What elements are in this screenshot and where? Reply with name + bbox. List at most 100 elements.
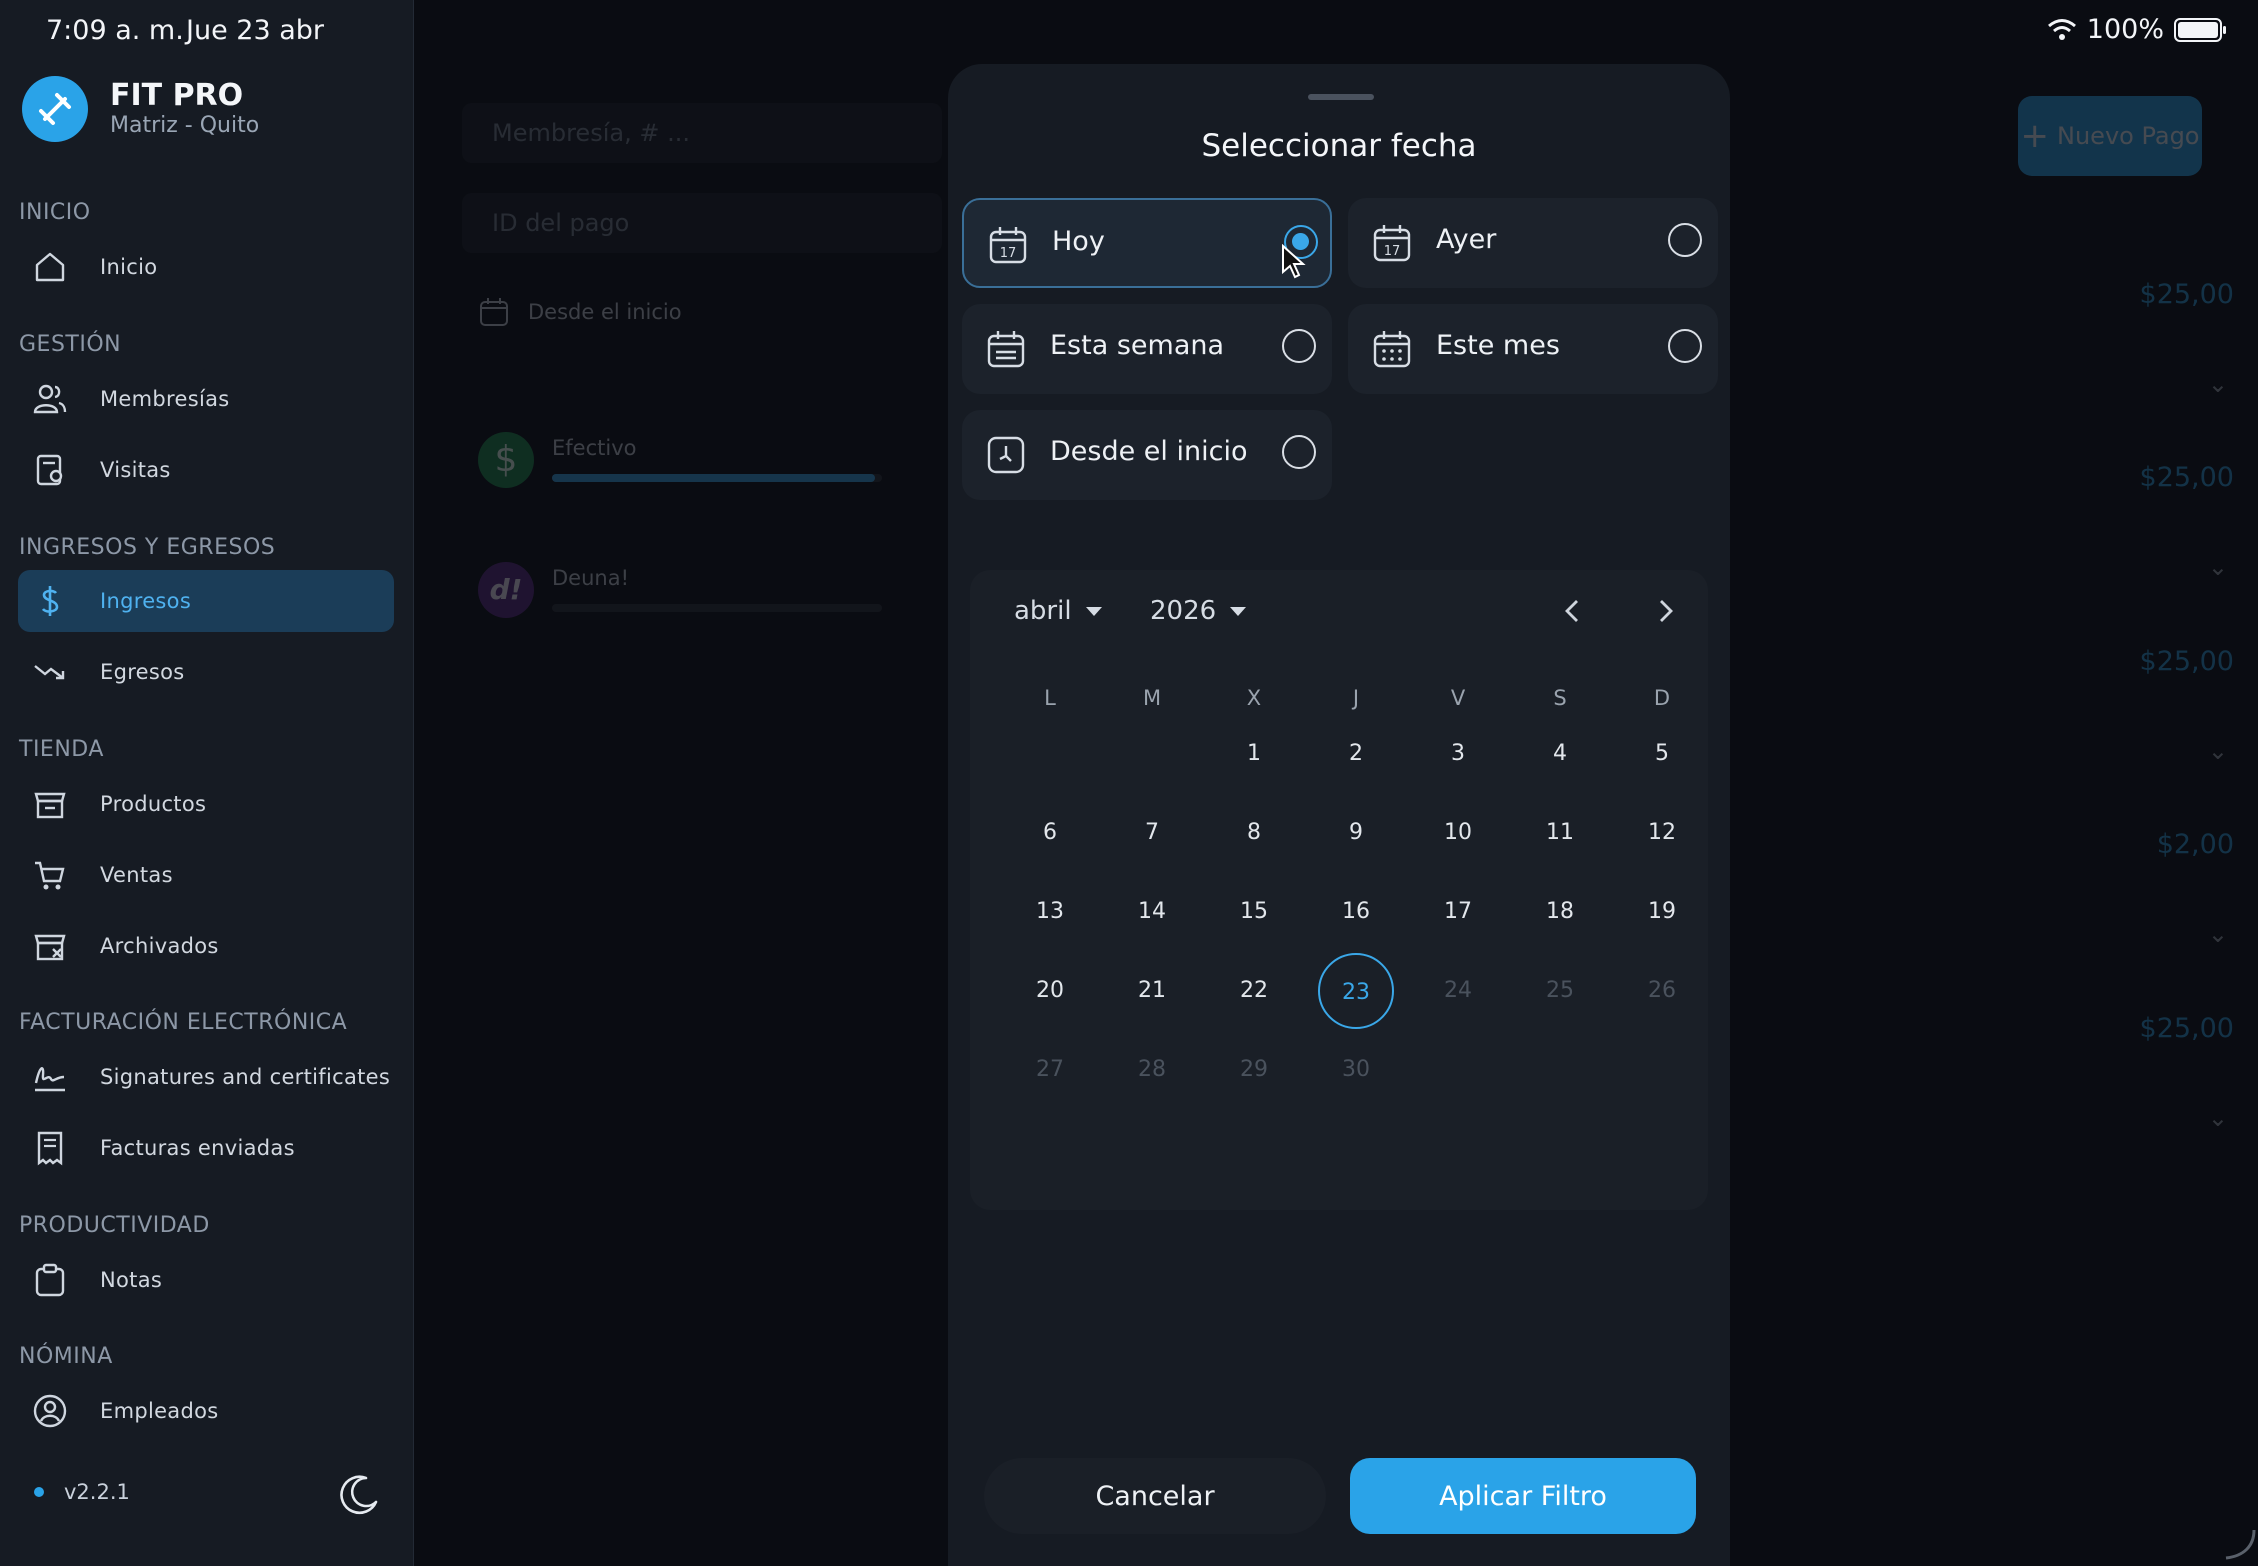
status-date: Jue 23 abr — [186, 15, 324, 46]
month-label: abril — [1014, 596, 1072, 626]
calendar-day[interactable]: 21 — [1114, 953, 1190, 1029]
calendar-day[interactable]: 11 — [1522, 795, 1598, 871]
sidebar-item-notas[interactable]: Notas — [18, 1249, 394, 1311]
sidebar-item-productos[interactable]: Productos — [18, 773, 394, 835]
sidebar-item-archivados[interactable]: Archivados — [18, 915, 394, 977]
users-icon — [30, 379, 70, 419]
calendar-day[interactable]: 9 — [1318, 795, 1394, 871]
weekday-label: J — [1352, 686, 1360, 710]
sidebar-item-egresos[interactable]: Egresos — [18, 641, 394, 703]
calendar-day[interactable]: 13 — [1012, 874, 1088, 950]
radio-button[interactable] — [1668, 329, 1702, 363]
calendar-day: 26 — [1648, 978, 1676, 1003]
sidebar-item-facturas[interactable]: Facturas enviadas — [18, 1117, 394, 1179]
sidebar-item-label: Visitas — [100, 458, 171, 482]
calendar-day: 29 — [1240, 1057, 1268, 1082]
history-icon — [986, 435, 1026, 479]
sidebar-item-label: Facturas enviadas — [100, 1136, 295, 1160]
weekday-label: S — [1553, 686, 1567, 710]
apply-filter-button[interactable]: Aplicar Filtro — [1350, 1458, 1696, 1534]
calendar-day: 27 — [1036, 1057, 1064, 1082]
weekday-label: D — [1653, 686, 1671, 710]
sidebar-item-label: Productos — [100, 792, 207, 816]
archive-store-icon — [30, 926, 70, 966]
date-picker-sheet: Seleccionar fecha 17 Hoy 17 Ayer Esta se… — [948, 64, 1730, 1566]
signature-icon — [30, 1057, 70, 1097]
sidebar-item-label: Inicio — [100, 255, 158, 279]
sidebar-item-label: Ingresos — [100, 589, 192, 613]
dumbbell-logo-icon — [22, 76, 88, 142]
chevron-left-icon — [1565, 600, 1578, 622]
next-month-button[interactable] — [1650, 596, 1680, 634]
calendar-day[interactable]: 20 — [1012, 953, 1088, 1029]
battery-percent: 100% — [2086, 14, 2164, 45]
calendar-day: 28 — [1138, 1057, 1166, 1082]
calendar-icon: 17 — [988, 225, 1028, 269]
option-label: Ayer — [1436, 224, 1497, 255]
version-indicator: v2.2.1 — [34, 1480, 130, 1504]
sidebar-item-ingresos[interactable]: Ingresos — [18, 570, 394, 632]
calendar-day[interactable]: 8 — [1216, 795, 1292, 871]
calendar-day-today[interactable]: 23 — [1318, 953, 1394, 1029]
calendar-day[interactable]: 1 — [1216, 716, 1292, 792]
calendar-day[interactable]: 18 — [1522, 874, 1598, 950]
calendar-icon: 17 — [1372, 223, 1412, 267]
sheet-handle[interactable] — [1308, 94, 1374, 100]
sidebar-item-membresias[interactable]: Membresías — [18, 368, 394, 430]
calendar-day: 30 — [1342, 1057, 1370, 1082]
sidebar-item-label: Membresías — [100, 387, 230, 411]
calendar-day[interactable]: 22 — [1216, 953, 1292, 1029]
option-hoy[interactable]: 17 Hoy — [962, 198, 1332, 288]
user-circle-icon — [30, 1391, 70, 1431]
sidebar-item-label: Signatures and certificates — [100, 1065, 391, 1089]
option-desde-el-inicio[interactable]: Desde el inicio — [962, 410, 1332, 500]
chevron-right-icon — [1660, 600, 1673, 622]
sidebar-item-inicio[interactable]: Inicio — [18, 236, 394, 298]
option-label: Desde el inicio — [1050, 436, 1248, 467]
calendar-day[interactable]: 12 — [1624, 795, 1700, 871]
sidebar-item-empleados[interactable]: Empleados — [18, 1380, 394, 1442]
option-label: Este mes — [1436, 330, 1560, 361]
sidebar-item-ventas[interactable]: Ventas — [18, 844, 394, 906]
status-right: 100% — [2047, 14, 2226, 45]
calendar-day[interactable]: 19 — [1624, 874, 1700, 950]
modal-title: Seleccionar fecha — [1201, 128, 1477, 164]
cancel-button[interactable]: Cancelar — [984, 1458, 1326, 1534]
calendar-day[interactable]: 7 — [1114, 795, 1190, 871]
option-este-mes[interactable]: Este mes — [1348, 304, 1718, 394]
caret-down-icon — [1230, 606, 1247, 616]
radio-button[interactable] — [1668, 223, 1702, 257]
year-label: 2026 — [1150, 596, 1217, 626]
year-dropdown[interactable]: 2026 — [1150, 596, 1247, 626]
option-esta-semana[interactable]: Esta semana — [962, 304, 1332, 394]
calendar-day[interactable]: 14 — [1114, 874, 1190, 950]
section-facturacion: FACTURACIÓN ELECTRÓNICA — [19, 1010, 348, 1035]
clipboard-icon — [30, 1260, 70, 1300]
previous-month-button[interactable] — [1558, 596, 1588, 634]
status-bar: 7:09 a. m. Jue 23 abr 100% — [0, 0, 2258, 60]
calendar-day[interactable]: 15 — [1216, 874, 1292, 950]
month-dropdown[interactable]: abril — [1014, 596, 1102, 626]
section-gestion: GESTIÓN — [19, 332, 122, 357]
radio-button[interactable] — [1282, 329, 1316, 363]
calendar-day: 25 — [1546, 978, 1574, 1003]
radio-button[interactable] — [1282, 435, 1316, 469]
sidebar-item-label: Empleados — [100, 1399, 219, 1423]
moon-icon[interactable] — [336, 1472, 382, 1522]
section-ingresos-egresos: INGRESOS Y EGRESOS — [19, 535, 276, 560]
sidebar: FIT PRO Matriz - Quito INICIO Inicio GES… — [0, 0, 414, 1566]
weekday-label: M — [1142, 686, 1162, 710]
sidebar-item-visitas[interactable]: Visitas — [18, 439, 394, 501]
calendar-day[interactable]: 4 — [1522, 716, 1598, 792]
option-ayer[interactable]: 17 Ayer — [1348, 198, 1718, 288]
calendar-day[interactable]: 10 — [1420, 795, 1496, 871]
sidebar-item-signatures[interactable]: Signatures and certificates — [18, 1046, 394, 1108]
calendar-day[interactable]: 17 — [1420, 874, 1496, 950]
calendar-day[interactable]: 5 — [1624, 716, 1700, 792]
calendar-day[interactable]: 16 — [1318, 874, 1394, 950]
calendar-day[interactable]: 2 — [1318, 716, 1394, 792]
calendar-day[interactable]: 6 — [1012, 795, 1088, 871]
trending-down-icon — [30, 652, 70, 692]
status-dot — [34, 1487, 44, 1497]
calendar-day[interactable]: 3 — [1420, 716, 1496, 792]
